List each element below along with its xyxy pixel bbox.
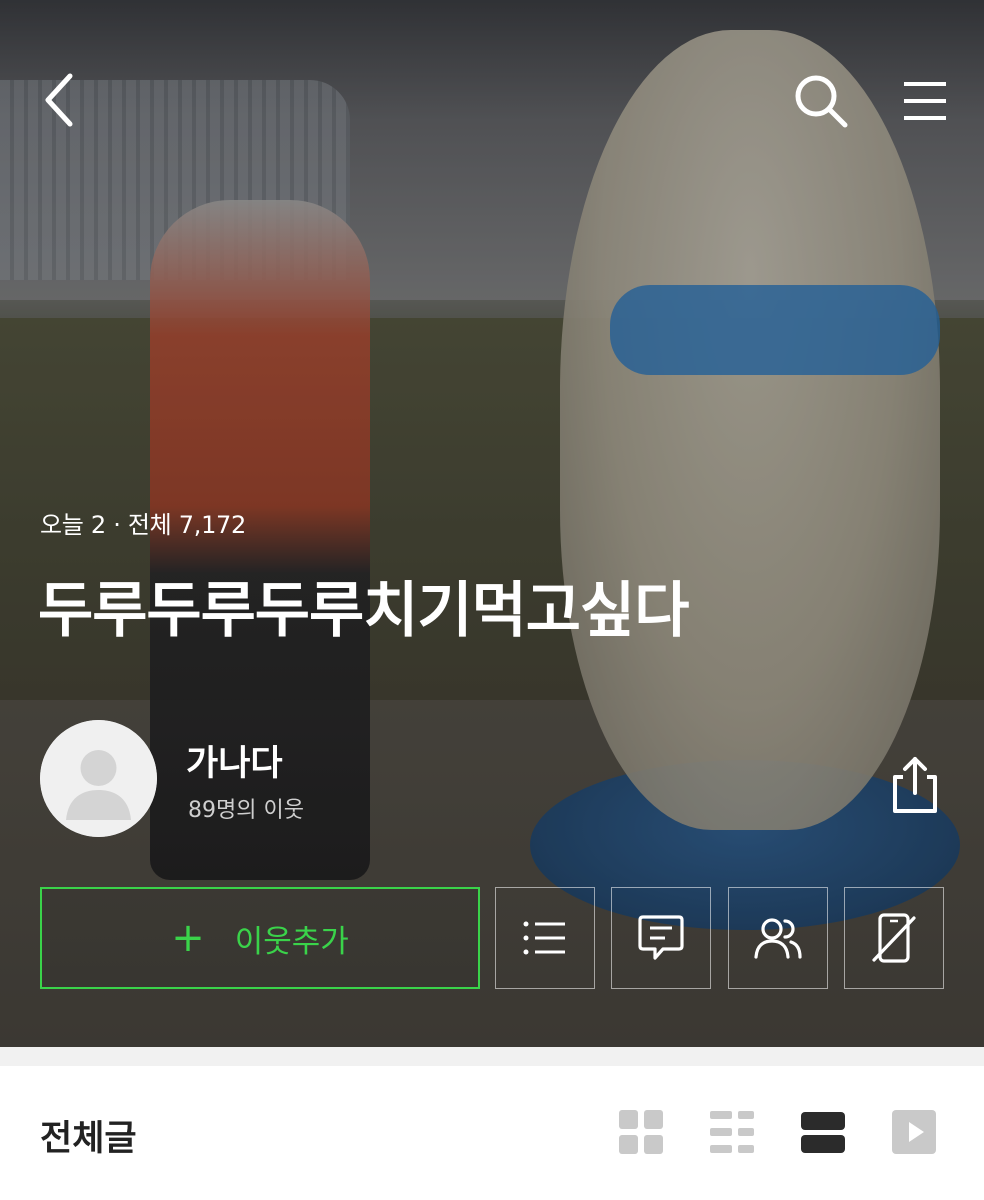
all-posts-label[interactable]: 전체글	[40, 1110, 137, 1161]
card-view-icon	[801, 1112, 845, 1153]
grid-view-icon	[619, 1110, 663, 1154]
chat-icon	[638, 915, 684, 960]
video-view-button[interactable]	[890, 1108, 938, 1156]
posts-header: 전체글	[0, 1047, 984, 1200]
visitor-stats: 오늘 2 · 전체 7,172	[40, 505, 246, 540]
share-icon	[893, 757, 937, 813]
add-neighbor-button[interactable]: + 이웃추가	[40, 887, 480, 989]
menu-button[interactable]	[896, 70, 954, 132]
people-icon	[754, 918, 802, 959]
guestbook-button[interactable]	[611, 887, 711, 989]
call-disabled-button[interactable]	[844, 887, 944, 989]
add-neighbor-label: 이웃추가	[234, 923, 349, 960]
share-button[interactable]	[882, 752, 948, 818]
list-view-button[interactable]	[708, 1108, 756, 1156]
card-view-button[interactable]	[799, 1108, 847, 1156]
blog-title: 두루두루두루치기먹고싶다	[38, 576, 689, 646]
back-button[interactable]	[30, 70, 90, 130]
neighbor-count[interactable]: 89명의 이웃	[188, 792, 304, 824]
chevron-left-icon	[45, 73, 73, 127]
search-icon	[795, 75, 848, 128]
play-icon	[892, 1110, 936, 1154]
post-list-button[interactable]	[495, 887, 595, 989]
top-navigation	[0, 60, 984, 140]
list-icon	[523, 921, 565, 955]
phone-off-icon	[872, 913, 916, 963]
today-count: 오늘 2	[40, 511, 106, 539]
plus-icon: +	[171, 915, 205, 961]
hamburger-icon	[904, 82, 946, 120]
section-divider	[0, 1047, 984, 1066]
stats-separator: ·	[113, 511, 121, 539]
neighbors-button[interactable]	[728, 887, 828, 989]
profile-name[interactable]: 가나다	[186, 735, 283, 786]
list-view-icon	[710, 1111, 754, 1153]
blog-home: 오늘 2 · 전체 7,172 두루두루두루치기먹고싶다 가나다 89명의 이웃…	[0, 0, 984, 1200]
grid-view-button[interactable]	[617, 1108, 665, 1156]
default-avatar-icon	[40, 720, 157, 837]
search-button[interactable]	[790, 70, 852, 132]
total-count: 전체 7,172	[127, 511, 246, 539]
avatar[interactable]	[40, 720, 157, 837]
